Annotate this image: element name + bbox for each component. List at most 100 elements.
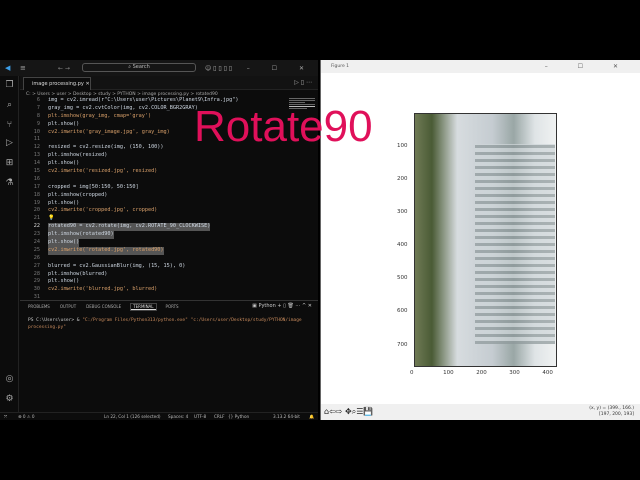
tab-label: image processing.py [32, 81, 84, 87]
tab-image-processing[interactable]: image processing.py ✕ [23, 77, 91, 90]
line-number: 24 [33, 239, 40, 246]
panel-tab-ports[interactable]: PORTS [166, 304, 179, 310]
status-interpreter[interactable]: 3.13.2 64-bit [273, 413, 300, 421]
terminal-toolbar[interactable]: ▣ Python + ▯ 🗑 ⋯ ^ ✕ [252, 303, 312, 309]
code-line[interactable]: 13 plt.imshow(resized) [20, 152, 288, 160]
save-icon[interactable]: 💾 [363, 407, 373, 416]
code-line[interactable]: 18 plt.imshow(cropped) [20, 192, 288, 200]
y-tick-label: 600 [397, 308, 408, 315]
line-number: 23 [33, 231, 40, 238]
status-encoding[interactable]: UTF-8 [194, 413, 206, 421]
y-tick-label: 400 [397, 242, 408, 249]
terminal-profile[interactable]: Python [258, 303, 275, 309]
pan-icon[interactable]: ✥ [345, 407, 352, 416]
code-line[interactable]: 16 [20, 176, 288, 184]
panel-tab-debug-console[interactable]: DEBUG CONSOLE [86, 304, 121, 310]
line-number: 12 [33, 144, 40, 151]
code-line[interactable]: 14 plt.show() [20, 160, 288, 168]
bottom-panel: PROBLEMS OUTPUT DEBUG CONSOLE TERMINAL PORTS… [20, 300, 318, 412]
code-text: cv2.imwrite('resized.jpg', resized) [48, 168, 158, 175]
code-line[interactable]: 29 plt.show() [20, 278, 288, 286]
layout-icons[interactable]: ☺ ▯ ▯ ▯ ▯ [205, 65, 232, 72]
line-number: 6 [36, 97, 40, 103]
code-line[interactable]: 17 cropped = img[50:150, 50:150] [20, 184, 288, 192]
code-line[interactable]: 20 cv2.imwrite('cropped.jpg', cropped) [20, 207, 288, 215]
account-icon[interactable]: ◎ [4, 374, 15, 385]
line-number: 22 [33, 223, 40, 230]
status-bar: ⤧ ⊗ 0 ⚠ 0 Ln 22, Col 1 (126 selected) Sp… [0, 412, 318, 420]
window-controls[interactable]: – ☐ ✕ [247, 65, 314, 72]
code-text: resized = cv2.resize(img, (150, 100)) [48, 144, 164, 151]
window-controls[interactable]: – ☐ ✕ [545, 60, 632, 73]
cursor-coords: (x, y) = (399., 166.) [197, 200, 193] [589, 406, 634, 418]
code-line[interactable]: 27 blurred = cv2.GaussianBlur(img, (15, 1… [20, 263, 288, 271]
bell-icon[interactable]: 🔔 [309, 413, 314, 421]
status-problems[interactable]: ⊗ 0 ⚠ 0 [18, 413, 35, 421]
back-forward-icon[interactable]: ← → [58, 65, 70, 72]
status-spaces[interactable]: Spaces: 4 [168, 413, 188, 421]
y-tick-label: 100 [397, 143, 408, 150]
explorer-icon[interactable]: ❐ [4, 80, 15, 91]
code-text: rotated90 = cv2.rotate(img, cv2.ROTATE_9… [48, 223, 211, 232]
overlay-caption: Rotate90 [194, 102, 373, 151]
code-line[interactable]: 28 plt.imshow(blurred) [20, 271, 288, 279]
line-number: 21 [33, 215, 40, 222]
testing-icon[interactable]: ⚗ [4, 178, 15, 189]
code-line[interactable]: 22 rotated90 = cv2.rotate(img, cv2.ROTATE… [20, 223, 288, 232]
status-eol[interactable]: CRLF [214, 413, 225, 421]
code-text: gray_img = cv2.cvtColor(img, cv2.COLOR_B… [48, 104, 198, 111]
figure-title-bar: Figure 1 – ☐ ✕ [321, 60, 640, 73]
run-debug-icon[interactable]: ▷ [4, 138, 15, 149]
remote-icon[interactable]: ⤧ [4, 413, 7, 421]
code-text: plt.imshow(blurred) [48, 270, 108, 277]
code-line[interactable]: 15 cv2.imwrite('resized.jpg', resized) [20, 168, 288, 176]
search-icon[interactable]: ⌕ [4, 100, 15, 111]
source-control-icon[interactable]: ⑂ [4, 120, 15, 131]
y-tick-label: 700 [397, 341, 408, 348]
back-icon[interactable]: ⇦ [329, 407, 336, 416]
panel-tab-output[interactable]: OUTPUT [60, 304, 76, 310]
code-text: cv2.imwrite('cropped.jpg', cropped) [48, 207, 158, 214]
activity-bar: ❐ ⌕ ⑂ ▷ ⊞ ⚗ ◎ ⚙ [0, 76, 19, 412]
status-language[interactable]: {} Python [228, 413, 249, 421]
search-box[interactable]: ⌕ Search [82, 63, 196, 72]
figure-toolbar: ⌂⇦⇨ ✥⌕☰💾 (x, y) = (399., 166.) [197, 200,… [321, 404, 640, 420]
rotated-image [414, 113, 557, 367]
title-bar: ◀ ≡ ← → ⌕ Search ☺ ▯ ▯ ▯ ▯ – ☐ ✕ [0, 60, 318, 76]
code-text: plt.imshow(resized) [48, 152, 108, 159]
code-line[interactable]: 30 cv2.imwrite('blurred.jpg', blurred) [20, 286, 288, 294]
run-icon[interactable]: ▷ ▯ ⋯ [294, 79, 312, 86]
gear-icon[interactable]: ⚙ [4, 394, 15, 405]
line-number: 8 [36, 112, 40, 119]
forward-icon[interactable]: ⇨ [336, 407, 343, 416]
line-number: 25 [33, 246, 40, 253]
code-line[interactable]: 26 [20, 255, 288, 263]
panel-tab-terminal[interactable]: TERMINAL [130, 303, 157, 311]
line-number: 13 [33, 152, 40, 159]
code-line[interactable]: 25 cv2.imwrite('rotated.jpg', rotated90) [20, 246, 288, 255]
close-icon[interactable]: ✕ [85, 81, 89, 87]
code-line[interactable]: 23 plt.imshow(rotated90) [20, 231, 288, 240]
code-line[interactable]: 19 plt.show() [20, 200, 288, 208]
code-text: cv2.imwrite('blurred.jpg', blurred) [48, 286, 158, 293]
code-text: cropped = img[50:150, 50:150] [48, 183, 139, 190]
status-position[interactable]: Ln 22, Col 1 (126 selected) [104, 413, 161, 421]
y-tick-label: 200 [397, 176, 408, 183]
line-number: 20 [33, 207, 40, 214]
code-line[interactable]: 21 💡 [20, 215, 288, 223]
code-text: plt.imshow(rotated90) [48, 231, 114, 240]
code-line[interactable]: 24 plt.show() [20, 239, 288, 247]
extensions-icon[interactable]: ⊞ [4, 158, 15, 169]
menu-icon[interactable]: ≡ [20, 64, 26, 72]
code-text: plt.imshow(gray_img, cmap='gray') [48, 112, 152, 119]
x-tick-label: 0 [410, 370, 414, 376]
panel-tab-problems[interactable]: PROBLEMS [28, 304, 50, 310]
code-text: 💡 [48, 215, 55, 222]
code-text: cv2.imwrite('rotated.jpg', rotated90) [48, 246, 164, 255]
terminal-output[interactable]: PS C:\Users\user> & "C:/Program Files/Py… [28, 317, 314, 331]
code-text: plt.show() [48, 278, 80, 285]
code-text: plt.show() [48, 120, 80, 127]
code-text: plt.show() [48, 239, 80, 247]
search-label: Search [132, 64, 150, 70]
line-number: 15 [33, 168, 40, 175]
